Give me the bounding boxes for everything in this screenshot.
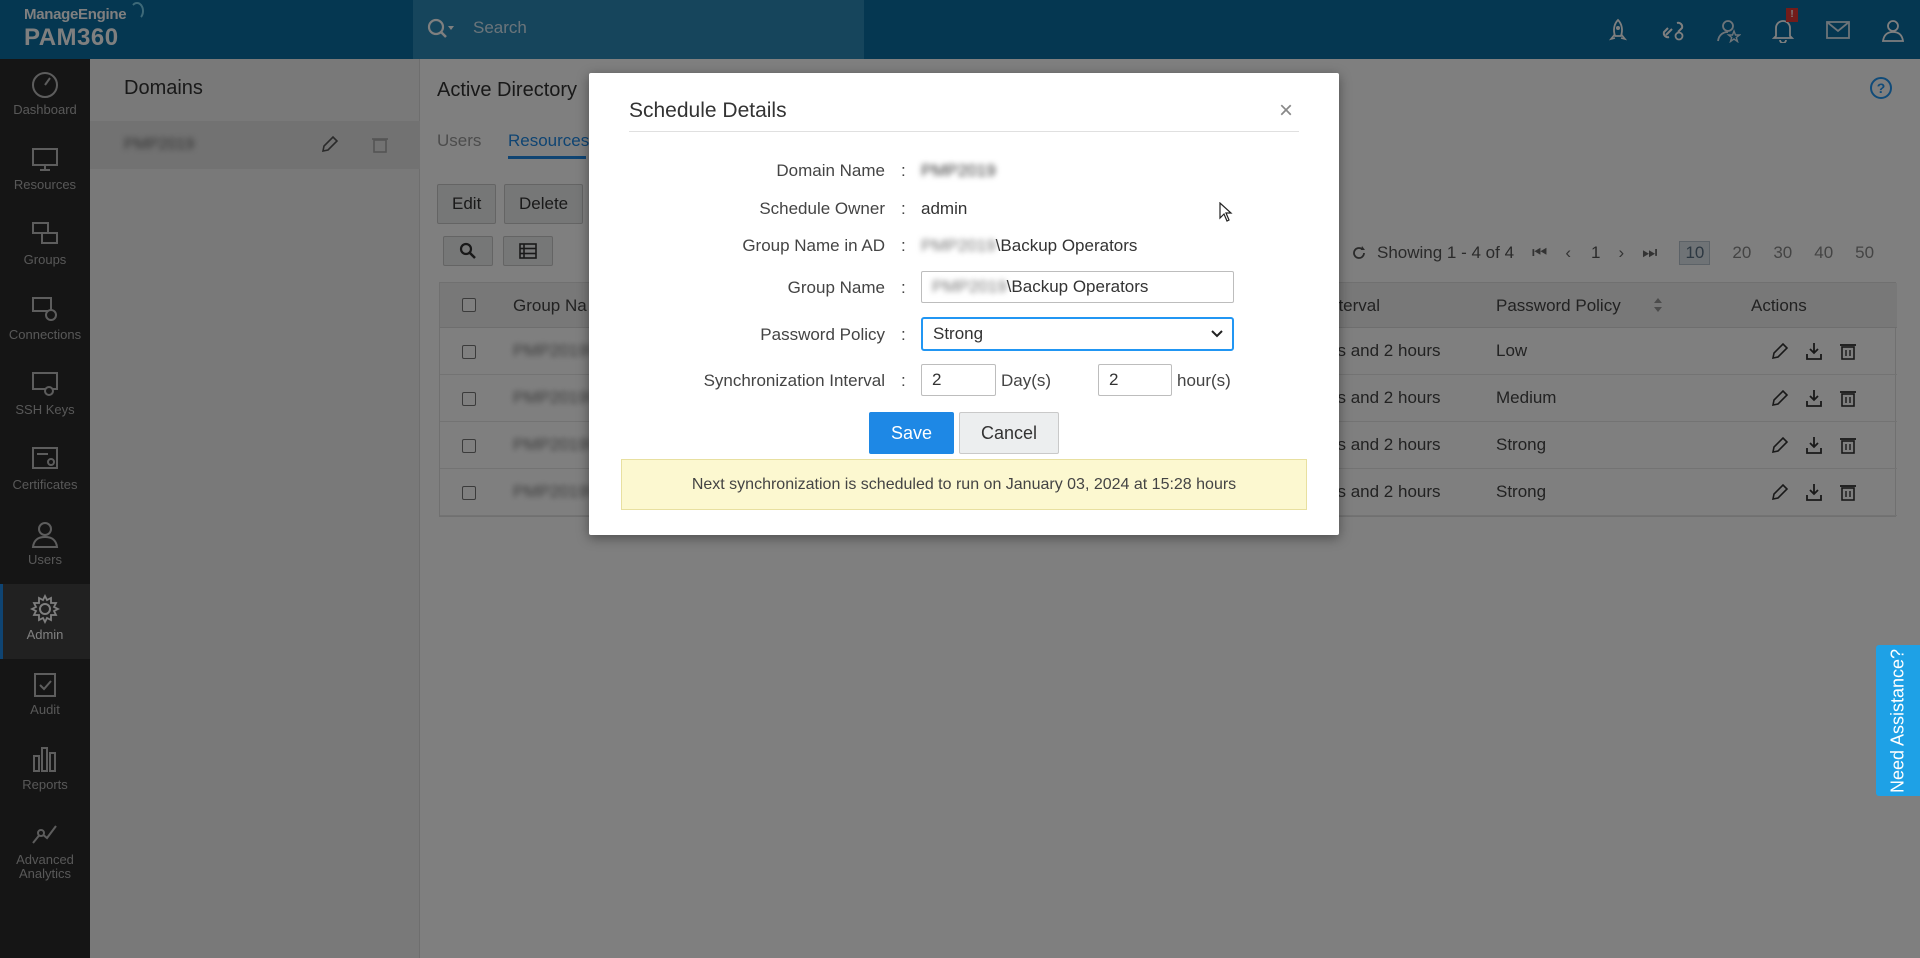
password-policy-select[interactable]: Strong: [921, 317, 1234, 351]
ad-domain-prefix: PMP2019: [921, 236, 996, 255]
divider: [629, 131, 1299, 132]
cancel-button[interactable]: Cancel: [959, 412, 1059, 454]
mouse-cursor-icon: [1219, 202, 1233, 222]
dialog-title: Schedule Details: [629, 99, 787, 122]
label-group-name-ad: Group Name in AD: [742, 236, 885, 255]
value-schedule-owner: admin: [921, 199, 968, 218]
label-domain-name: Domain Name: [776, 161, 885, 180]
hours-unit: hour(s): [1177, 371, 1231, 390]
group-name-suffix: \Backup Operators: [1006, 277, 1149, 296]
colon: :: [901, 278, 906, 297]
close-icon[interactable]: ×: [1279, 97, 1293, 125]
colon: :: [901, 199, 906, 218]
need-assistance-button[interactable]: Need Assistance?: [1876, 645, 1920, 796]
schedule-details-dialog: Schedule Details × Domain Name : PMP2019…: [589, 73, 1339, 535]
need-assistance-label: Need Assistance?: [1887, 648, 1908, 793]
group-name-prefix: PMP2019: [932, 277, 1007, 296]
save-button[interactable]: Save: [869, 412, 954, 454]
colon: :: [901, 161, 906, 180]
ad-group-suffix: \Backup Operators: [995, 236, 1138, 255]
days-input[interactable]: 2: [921, 364, 996, 396]
value-domain-name: PMP2019: [921, 161, 996, 180]
days-unit: Day(s): [1001, 371, 1052, 390]
colon: :: [901, 325, 906, 344]
label-schedule-owner: Schedule Owner: [759, 199, 885, 218]
group-name-input[interactable]: PMP2019\Backup Operators: [921, 271, 1234, 303]
value-group-name-ad: PMP2019\Backup Operators: [921, 236, 1137, 256]
next-sync-notice: Next synchronization is scheduled to run…: [621, 459, 1307, 510]
label-group-name: Group Name: [787, 278, 885, 297]
colon: :: [901, 236, 906, 255]
chevron-down-icon: [1211, 330, 1223, 338]
colon: :: [901, 371, 906, 390]
label-password-policy: Password Policy: [760, 325, 885, 344]
label-sync-interval: Synchronization Interval: [703, 371, 885, 390]
selected-policy: Strong: [933, 324, 984, 343]
hours-input[interactable]: 2: [1098, 364, 1172, 396]
